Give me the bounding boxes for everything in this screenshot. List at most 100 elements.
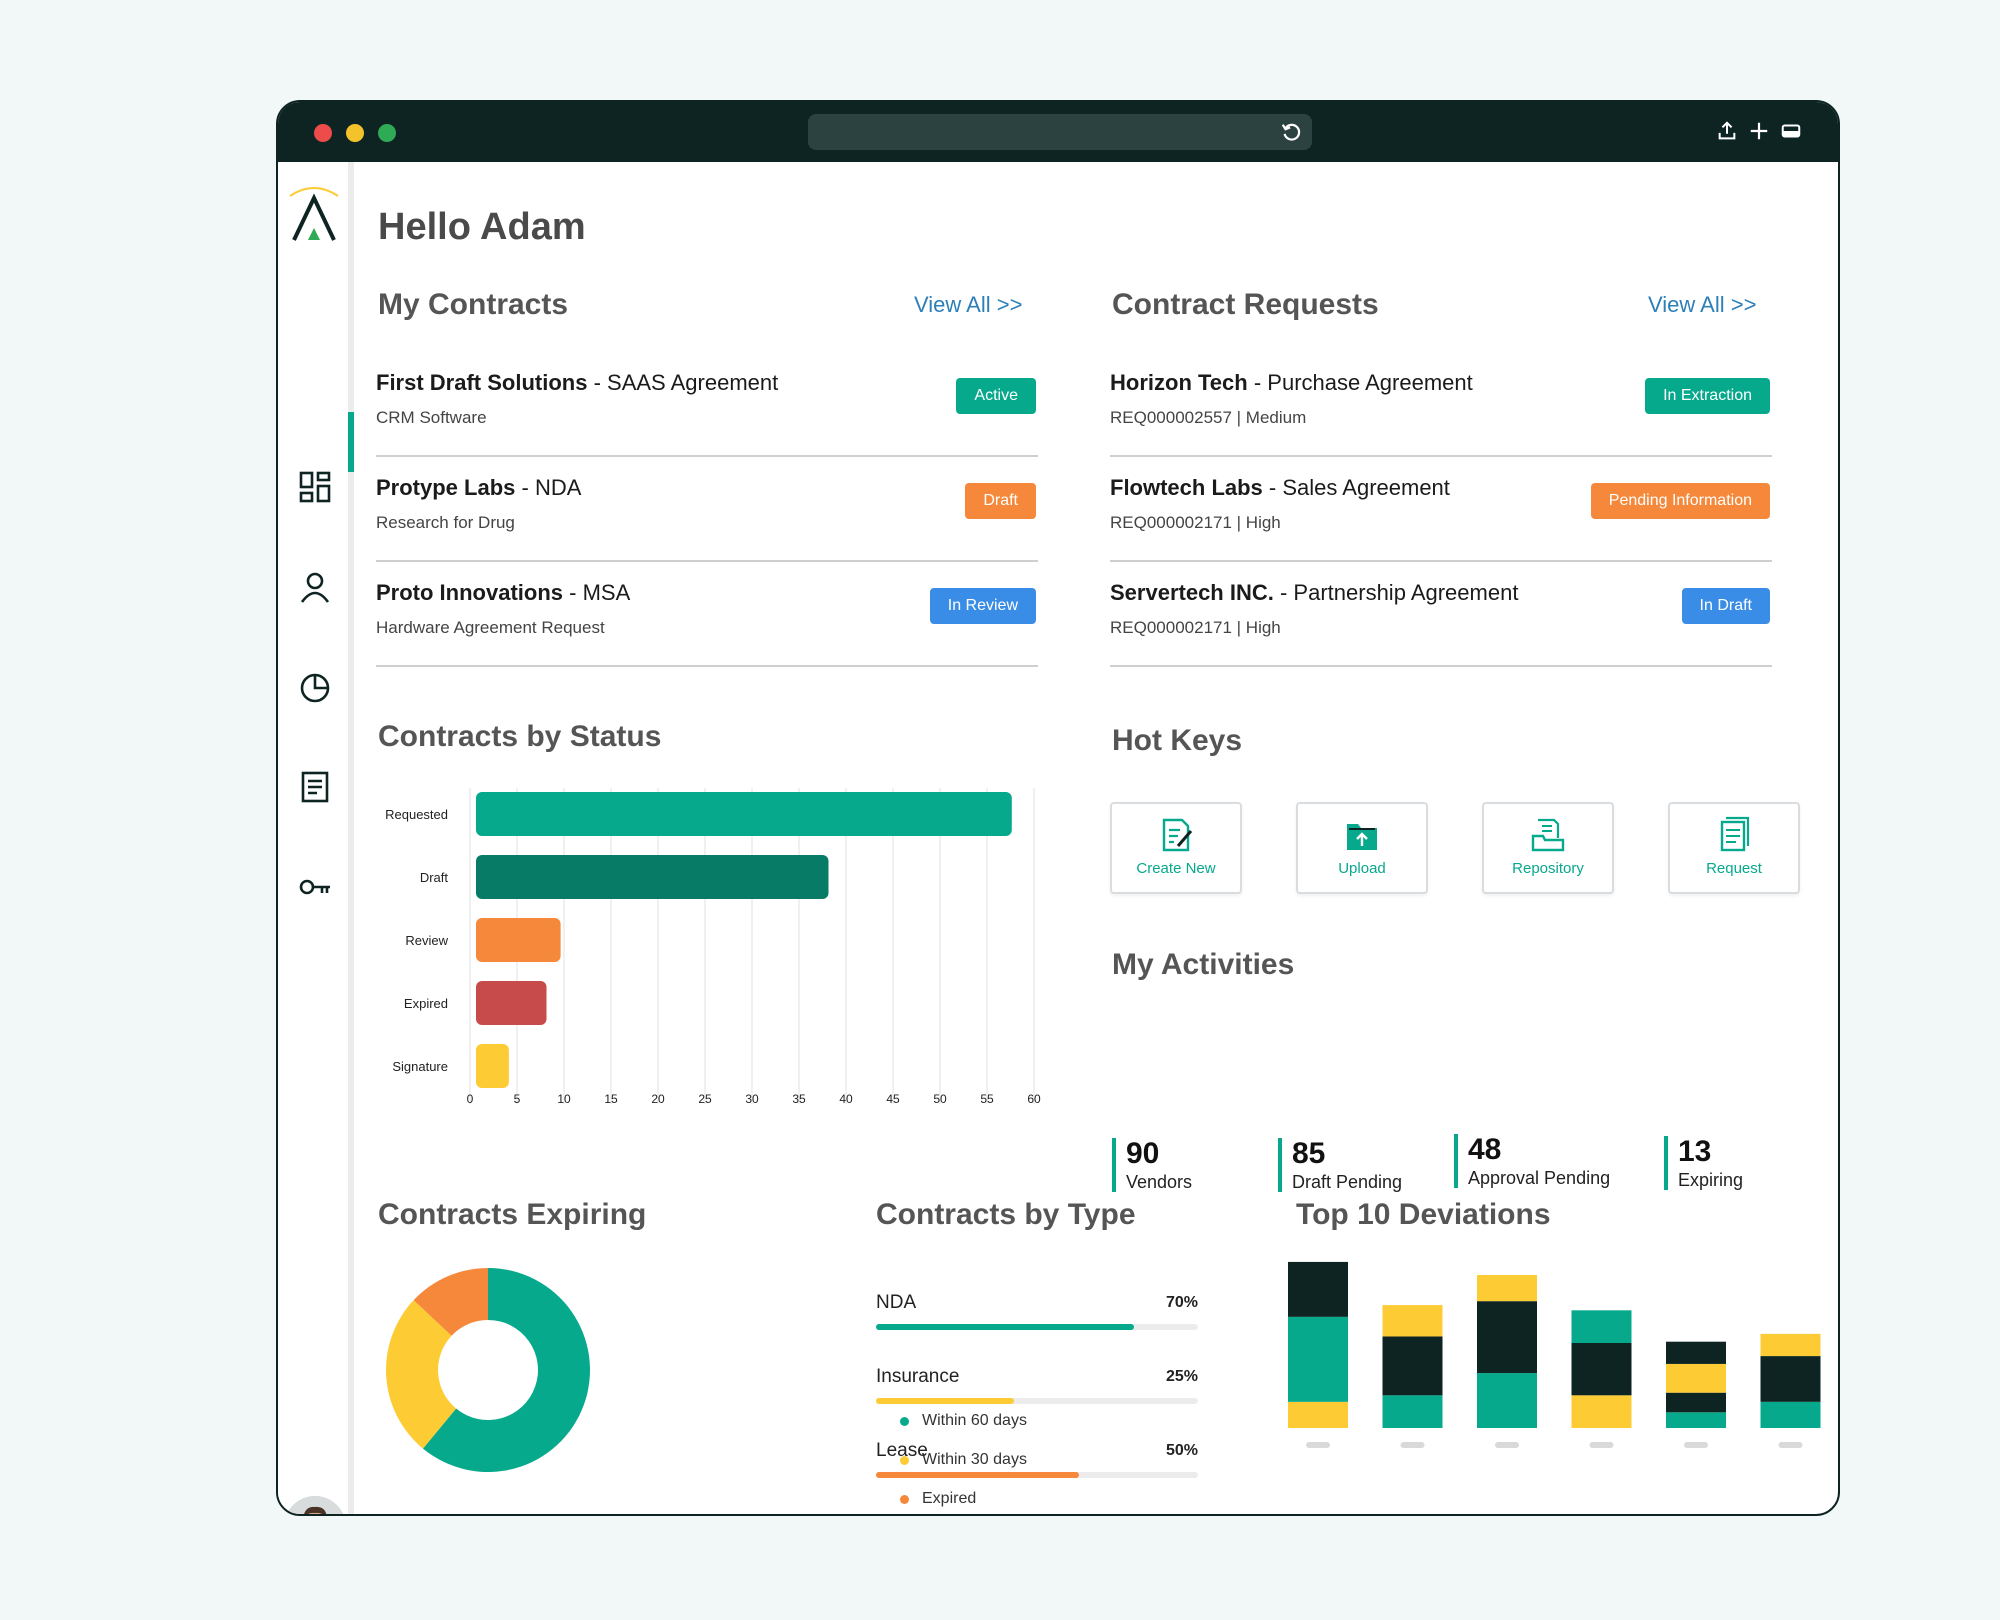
title-bar bbox=[278, 102, 1838, 162]
list-item[interactable]: First Draft Solutions - SAAS Agreement CR… bbox=[376, 352, 1038, 457]
item-separator: - bbox=[1247, 370, 1268, 395]
activity-label: Approval Pending bbox=[1468, 1168, 1611, 1188]
request-icon bbox=[1720, 816, 1750, 852]
status-badge[interactable]: In Extraction bbox=[1645, 378, 1770, 414]
deviation-segment[interactable] bbox=[1382, 1395, 1443, 1428]
deviation-segment[interactable] bbox=[1666, 1363, 1726, 1393]
x-tick-label: 40 bbox=[839, 1092, 853, 1106]
type-value: 50% bbox=[1165, 1442, 1198, 1459]
pie-chart-icon[interactable] bbox=[298, 670, 332, 704]
page-title: Hello Adam bbox=[378, 206, 586, 248]
deviation-segment[interactable] bbox=[1760, 1356, 1821, 1402]
item-company: Horizon Tech bbox=[1110, 370, 1248, 395]
create-new-button[interactable]: Create New bbox=[1110, 802, 1242, 894]
deviation-segment[interactable] bbox=[1571, 1395, 1632, 1428]
repository-button[interactable]: Repository bbox=[1482, 802, 1614, 894]
app-window: Hello Adam My Contracts View All >> Firs… bbox=[276, 100, 1840, 1516]
category-placeholder bbox=[1495, 1442, 1519, 1448]
repository-icon bbox=[1531, 818, 1565, 852]
share-icon[interactable] bbox=[1716, 120, 1738, 142]
item-type: NDA bbox=[534, 475, 582, 500]
bar-expired[interactable] bbox=[476, 981, 547, 1025]
status-badge[interactable]: In Draft bbox=[1681, 588, 1770, 624]
request-button[interactable]: Request bbox=[1668, 802, 1800, 894]
item-type: Partnership Agreement bbox=[1293, 580, 1519, 605]
address-bar[interactable] bbox=[808, 114, 1312, 150]
bar-requested[interactable] bbox=[476, 792, 1012, 836]
deviation-segment[interactable] bbox=[1477, 1275, 1537, 1302]
tabs-overview-icon[interactable] bbox=[1780, 120, 1802, 142]
list-item[interactable]: Servertech INC. - Partnership Agreement R… bbox=[1110, 562, 1772, 667]
type-progress-fill bbox=[876, 1472, 1079, 1478]
new-tab-icon[interactable] bbox=[1748, 120, 1770, 142]
key-icon[interactable] bbox=[298, 870, 332, 904]
bar-draft[interactable] bbox=[476, 855, 829, 899]
deviation-segment[interactable] bbox=[1666, 1412, 1726, 1428]
x-tick-label: 45 bbox=[886, 1092, 900, 1106]
active-nav-indicator bbox=[348, 412, 354, 472]
x-tick-label: 5 bbox=[514, 1092, 521, 1106]
sidebar bbox=[278, 162, 354, 1514]
deviation-segment[interactable] bbox=[1477, 1301, 1537, 1374]
x-tick-label: 15 bbox=[604, 1092, 618, 1106]
status-badge[interactable]: In Review bbox=[929, 588, 1036, 624]
deviation-segment[interactable] bbox=[1571, 1310, 1632, 1343]
reload-icon[interactable] bbox=[1280, 121, 1302, 143]
contracts-by-status-chart: 0 5 10 15 20 25 30 35 40 45 50 55 60 Requested Draft Re… bbox=[385, 788, 1041, 1106]
activity-value: 90 bbox=[1126, 1137, 1160, 1170]
deviation-segment[interactable] bbox=[1760, 1333, 1821, 1357]
item-title: Flowtech Labs - Sales Agreement bbox=[1110, 475, 1450, 501]
deviation-segment[interactable] bbox=[1760, 1401, 1821, 1428]
deviation-segment[interactable] bbox=[1382, 1336, 1443, 1396]
list-item[interactable]: Protype Labs - NDA Research for Drug Draft bbox=[376, 457, 1038, 562]
main-content: Hello Adam My Contracts View All >> Firs… bbox=[360, 162, 1838, 1514]
contract-requests-title: Contract Requests bbox=[1112, 288, 1379, 321]
activity-expiring[interactable]: 13 Expiring bbox=[1664, 1136, 1743, 1190]
contract-requests-view-all-link[interactable]: View All >> bbox=[1648, 292, 1756, 318]
deviation-segment[interactable] bbox=[1382, 1305, 1443, 1337]
maximize-window-button[interactable] bbox=[378, 124, 396, 142]
category-label: Requested bbox=[385, 807, 448, 822]
close-window-button[interactable] bbox=[314, 124, 332, 142]
minimize-window-button[interactable] bbox=[346, 124, 364, 142]
status-badge[interactable]: Draft bbox=[965, 483, 1036, 519]
legend-swatch bbox=[900, 1417, 909, 1426]
list-item[interactable]: Horizon Tech - Purchase Agreement REQ0000… bbox=[1110, 352, 1772, 457]
deviation-segment[interactable] bbox=[1571, 1343, 1632, 1396]
app-logo-icon[interactable] bbox=[286, 186, 342, 246]
avatar[interactable] bbox=[284, 1496, 346, 1514]
list-item[interactable]: Flowtech Labs - Sales Agreement REQ000002… bbox=[1110, 457, 1772, 562]
activity-vendors[interactable]: 90 Vendors bbox=[1112, 1138, 1192, 1192]
x-tick-label: 10 bbox=[557, 1092, 571, 1106]
contracts-expiring-legend: Within 60 days Within 30 days Expired bbox=[900, 1412, 1027, 1514]
type-progress-fill bbox=[876, 1398, 1015, 1404]
activity-draft-pending[interactable]: 85 Draft Pending bbox=[1278, 1138, 1402, 1192]
document-icon[interactable] bbox=[298, 770, 332, 804]
upload-button[interactable]: Upload bbox=[1296, 802, 1428, 894]
x-tick-label: 25 bbox=[698, 1092, 712, 1106]
status-badge[interactable]: Active bbox=[956, 378, 1036, 414]
activity-approval-pending[interactable]: 48 Approval Pending bbox=[1454, 1134, 1610, 1188]
repository-label: Repository bbox=[1512, 860, 1584, 877]
bar-signature[interactable] bbox=[476, 1044, 509, 1088]
bar-review[interactable] bbox=[476, 918, 561, 962]
dashboard-icon[interactable] bbox=[298, 470, 332, 504]
item-subtitle: REQ000002171 | High bbox=[1110, 513, 1281, 532]
list-item[interactable]: Proto Innovations - MSA Hardware Agreemen… bbox=[376, 562, 1038, 667]
deviation-segment[interactable] bbox=[1666, 1392, 1726, 1413]
user-icon[interactable] bbox=[298, 570, 332, 604]
deviation-segment[interactable] bbox=[1288, 1401, 1348, 1428]
category-placeholder bbox=[1684, 1442, 1708, 1448]
item-subtitle: Hardware Agreement Request bbox=[376, 618, 605, 637]
my-contracts-view-all-link[interactable]: View All >> bbox=[914, 292, 1022, 318]
status-badge[interactable]: Pending Information bbox=[1590, 483, 1770, 519]
deviation-segment[interactable] bbox=[1288, 1261, 1348, 1317]
deviation-segment[interactable] bbox=[1666, 1341, 1726, 1364]
x-tick-label: 20 bbox=[651, 1092, 665, 1106]
upload-icon bbox=[1347, 824, 1377, 850]
deviation-segment[interactable] bbox=[1477, 1373, 1537, 1428]
contracts-by-status-title: Contracts by Status bbox=[378, 720, 662, 753]
activity-value: 13 bbox=[1678, 1135, 1712, 1168]
hot-keys-title: Hot Keys bbox=[1112, 724, 1243, 757]
deviation-segment[interactable] bbox=[1288, 1316, 1348, 1402]
